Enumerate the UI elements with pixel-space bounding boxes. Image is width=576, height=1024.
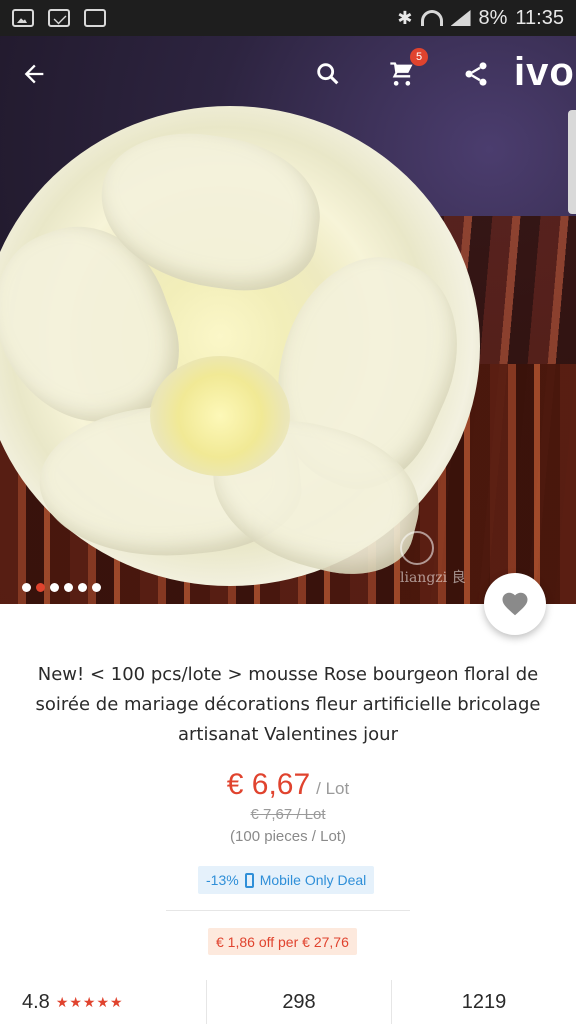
- edge-panel-handle[interactable]: [568, 110, 576, 214]
- deal-label: Mobile Only Deal: [259, 872, 367, 888]
- pieces-per-lot: (100 pieces / Lot): [230, 828, 346, 845]
- product-image[interactable]: liangzi 良: [0, 36, 576, 604]
- pager-dot[interactable]: [36, 583, 45, 592]
- rating-value: 4.8: [22, 990, 50, 1013]
- product-stats: 4.8 ★★★★★ 298 1219: [0, 980, 576, 1024]
- back-button[interactable]: [14, 54, 54, 94]
- pager-dot[interactable]: [22, 583, 31, 592]
- pager-dot[interactable]: [64, 583, 73, 592]
- brand-logo-partial[interactable]: ivo: [514, 50, 575, 95]
- top-toolbar: 5 ivo: [0, 36, 576, 112]
- cart-count-badge: 5: [410, 48, 428, 66]
- search-icon: [317, 63, 339, 85]
- rose-photo: [0, 106, 490, 590]
- clock: 11:35: [515, 6, 564, 29]
- orders-count: 1219: [461, 990, 507, 1013]
- reviews-stat[interactable]: 298: [207, 980, 392, 1024]
- divider: [166, 910, 410, 911]
- gallery-pager: [22, 583, 101, 592]
- pager-dot[interactable]: [78, 583, 87, 592]
- orders-stat[interactable]: 1219: [392, 980, 576, 1024]
- wishlist-button[interactable]: [484, 573, 546, 635]
- current-price: € 6,67: [226, 768, 311, 801]
- rose-center: [150, 356, 290, 476]
- cart-icon: [390, 62, 413, 86]
- watermark: liangzi 良: [400, 531, 466, 587]
- original-price: € 7,67 / Lot: [250, 806, 326, 823]
- coupon-badge[interactable]: € 1,86 off per € 27,76: [208, 928, 357, 955]
- rating-stars-icon: ★★★★★: [55, 993, 124, 1010]
- bluetooth-icon: ✱: [397, 7, 413, 28]
- mail-icon: [48, 9, 70, 27]
- pager-dot[interactable]: [50, 583, 59, 592]
- back-arrow-icon: [24, 64, 44, 84]
- heart-icon: [502, 592, 528, 616]
- price-unit: / Lot: [316, 779, 350, 798]
- share-icon: [465, 62, 487, 86]
- signal-icon: [450, 10, 471, 26]
- reviews-count: 298: [282, 990, 316, 1013]
- pager-dot[interactable]: [92, 583, 101, 592]
- deal-discount: -13%: [206, 872, 239, 888]
- search-button[interactable]: [308, 54, 348, 94]
- notification-icons: [12, 9, 106, 27]
- price-row: € 6,67 / Lot: [0, 768, 576, 802]
- image-icon: [12, 9, 34, 27]
- watermark-logo-icon: [400, 531, 434, 565]
- battery-percent: 8%: [478, 6, 508, 29]
- phone-icon: [244, 872, 254, 888]
- rating-stat[interactable]: 4.8 ★★★★★: [0, 980, 207, 1024]
- cart-button[interactable]: 5: [382, 48, 428, 94]
- mobile-deal-badge: -13% Mobile Only Deal: [198, 866, 375, 894]
- screenshot-icon: [84, 9, 106, 27]
- status-bar: ✱ 8% 11:35: [0, 0, 576, 36]
- share-button[interactable]: [456, 54, 496, 94]
- system-icons: ✱ 8% 11:35: [397, 7, 564, 30]
- product-title: New! < 100 pcs/lote > mousse Rose bourge…: [35, 664, 541, 745]
- wifi-icon: [420, 10, 443, 26]
